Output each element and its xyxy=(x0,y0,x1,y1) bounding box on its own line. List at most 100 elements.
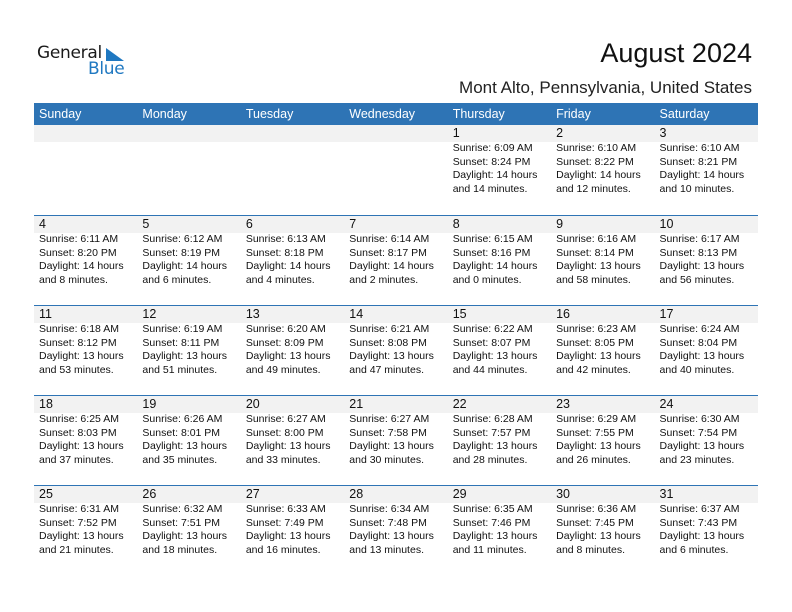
sunrise-text: Sunrise: 6:27 AM xyxy=(349,413,430,425)
sunrise-text: Sunrise: 6:20 AM xyxy=(245,323,326,335)
daylight-minutes-text: and 40 minutes. xyxy=(659,363,735,376)
daylight-hours-text: Daylight: 13 hours xyxy=(556,350,641,362)
sunset-text: Sunset: 8:00 PM xyxy=(245,426,324,439)
day-cell: 13 Sunrise: 6:20 AM Sunset: 8:09 PM Dayligh… xyxy=(241,306,344,395)
sunrise-text: Sunrise: 6:09 AM xyxy=(452,142,533,154)
daylight-minutes-text: and 11 minutes. xyxy=(452,543,527,556)
day-number: 31 xyxy=(659,487,674,501)
sunrise-text: Sunrise: 6:33 AM xyxy=(245,503,326,515)
day-number: 12 xyxy=(142,307,157,321)
daylight-minutes-text: and 58 minutes. xyxy=(556,273,631,286)
daylight-minutes-text: and 35 minutes. xyxy=(142,453,218,466)
daylight-hours-text: Daylight: 13 hours xyxy=(556,530,641,542)
day-number: 1 xyxy=(452,126,460,140)
sunset-text: Sunset: 7:55 PM xyxy=(556,426,634,439)
week-row: 25 Sunrise: 6:31 AM Sunset: 7:52 PM Dayligh… xyxy=(34,485,758,575)
day-cell: 23 Sunrise: 6:29 AM Sunset: 7:55 PM Dayligh… xyxy=(551,396,654,485)
day-number: 11 xyxy=(39,307,52,321)
daylight-minutes-text: and 44 minutes. xyxy=(452,363,528,376)
daylight-hours-text: Daylight: 14 hours xyxy=(39,260,124,272)
day-cell: 7 Sunrise: 6:14 AM Sunset: 8:17 PM Daylight… xyxy=(344,216,447,305)
sunset-text: Sunset: 8:13 PM xyxy=(659,246,738,259)
day-cell: 3 Sunrise: 6:10 AM Sunset: 8:21 PM Daylight… xyxy=(655,125,758,215)
day-number: 18 xyxy=(39,397,53,411)
daylight-minutes-text: and 13 minutes. xyxy=(349,543,424,556)
sunset-text: Sunset: 8:17 PM xyxy=(349,246,427,259)
day-number: 30 xyxy=(556,487,571,501)
weekday-tuesday: Tuesday xyxy=(245,107,294,121)
sunset-text: Sunset: 8:04 PM xyxy=(659,336,738,349)
daylight-minutes-text: and 28 minutes. xyxy=(452,453,528,466)
daylight-minutes-text: and 2 minutes. xyxy=(349,273,419,286)
sunset-text: Sunset: 8:20 PM xyxy=(39,246,117,259)
day-number: 9 xyxy=(556,217,564,231)
day-cell: 4 Sunrise: 6:11 AM Sunset: 8:20 PM Daylight… xyxy=(34,216,137,305)
sunset-text: Sunset: 8:01 PM xyxy=(142,426,221,439)
daylight-hours-text: Daylight: 14 hours xyxy=(659,169,745,181)
sunset-text: Sunset: 7:52 PM xyxy=(39,516,117,529)
sunset-text: Sunset: 7:58 PM xyxy=(349,426,427,439)
daylight-hours-text: Daylight: 13 hours xyxy=(39,530,124,542)
day-cell: 18 Sunrise: 6:25 AM Sunset: 8:03 PM Dayligh… xyxy=(34,396,137,485)
sunset-text: Sunset: 8:19 PM xyxy=(142,246,221,259)
daylight-hours-text: Daylight: 13 hours xyxy=(349,530,434,542)
day-cell: 22 Sunrise: 6:28 AM Sunset: 7:57 PM Dayligh… xyxy=(448,396,551,485)
sunrise-text: Sunrise: 6:37 AM xyxy=(659,503,740,515)
day-cell: 26 Sunrise: 6:32 AM Sunset: 7:51 PM Dayligh… xyxy=(137,486,240,575)
daylight-hours-text: Daylight: 13 hours xyxy=(452,530,538,542)
weekday-saturday: Saturday xyxy=(659,107,710,121)
day-number: 16 xyxy=(556,307,571,321)
sunset-text: Sunset: 8:22 PM xyxy=(556,155,634,168)
sunrise-text: Sunrise: 6:21 AM xyxy=(349,323,430,335)
sunrise-text: Sunrise: 6:26 AM xyxy=(142,413,223,425)
daylight-minutes-text: and 12 minutes. xyxy=(556,182,631,195)
day-cell: 24 Sunrise: 6:30 AM Sunset: 7:54 PM Dayligh… xyxy=(655,396,758,485)
daylight-minutes-text: and 16 minutes. xyxy=(245,543,321,556)
daylight-minutes-text: and 51 minutes. xyxy=(142,363,218,376)
daylight-hours-text: Daylight: 13 hours xyxy=(245,530,331,542)
day-cell: 6 Sunrise: 6:13 AM Sunset: 8:18 PM Daylight… xyxy=(241,216,344,305)
day-number: 25 xyxy=(39,487,53,501)
day-number: 5 xyxy=(142,217,150,231)
daylight-hours-text: Daylight: 14 hours xyxy=(349,260,434,272)
day-number: 17 xyxy=(659,307,674,321)
sunset-text: Sunset: 7:48 PM xyxy=(349,516,427,529)
daylight-hours-text: Daylight: 13 hours xyxy=(142,530,228,542)
day-cell: 5 Sunrise: 6:12 AM Sunset: 8:19 PM Daylight… xyxy=(137,216,240,305)
day-number: 4 xyxy=(39,217,46,231)
sunrise-text: Sunrise: 6:12 AM xyxy=(142,233,223,245)
daylight-hours-text: Daylight: 13 hours xyxy=(556,260,641,272)
sunset-text: Sunset: 8:08 PM xyxy=(349,336,427,349)
day-number: 21 xyxy=(349,397,364,411)
sunset-text: Sunset: 7:57 PM xyxy=(452,426,531,439)
day-number: 29 xyxy=(452,487,467,501)
day-number: 6 xyxy=(245,217,253,231)
day-cell: 28 Sunrise: 6:34 AM Sunset: 7:48 PM Dayligh… xyxy=(344,486,447,575)
empty-day-cell xyxy=(137,125,240,215)
day-number: 10 xyxy=(659,217,674,231)
sunrise-text: Sunrise: 6:10 AM xyxy=(659,142,740,154)
sunset-text: Sunset: 8:12 PM xyxy=(39,336,117,349)
sunrise-text: Sunrise: 6:34 AM xyxy=(349,503,430,515)
day-number: 22 xyxy=(452,397,467,411)
daylight-hours-text: Daylight: 13 hours xyxy=(659,530,745,542)
daylight-hours-text: Daylight: 14 hours xyxy=(452,169,538,181)
sunrise-text: Sunrise: 6:17 AM xyxy=(659,233,740,245)
daylight-hours-text: Daylight: 14 hours xyxy=(556,169,641,181)
sunset-text: Sunset: 8:14 PM xyxy=(556,246,634,259)
daylight-hours-text: Daylight: 14 hours xyxy=(245,260,331,272)
weekday-sunday: Sunday xyxy=(39,107,82,121)
day-number: 3 xyxy=(659,126,667,140)
day-cell: 9 Sunrise: 6:16 AM Sunset: 8:14 PM Daylight… xyxy=(551,216,654,305)
sunset-text: Sunset: 8:09 PM xyxy=(245,336,324,349)
day-cell: 19 Sunrise: 6:26 AM Sunset: 8:01 PM Dayligh… xyxy=(137,396,240,485)
logo-word-blue: Blue xyxy=(88,59,125,79)
day-cell: 11 Sunrise: 6:18 AM Sunset: 8:12 PM Dayligh… xyxy=(34,306,137,395)
location-subtitle: Mont Alto, Pennsylvania, United States xyxy=(459,78,752,97)
week-row: 1 Sunrise: 6:09 AM Sunset: 8:24 PM Daylight… xyxy=(34,125,758,215)
day-cell: 15 Sunrise: 6:22 AM Sunset: 8:07 PM Dayligh… xyxy=(448,306,551,395)
daylight-hours-text: Daylight: 13 hours xyxy=(142,440,228,452)
daylight-minutes-text: and 23 minutes. xyxy=(659,453,735,466)
week-row: 18 Sunrise: 6:25 AM Sunset: 8:03 PM Dayligh… xyxy=(34,395,758,485)
sunrise-text: Sunrise: 6:11 AM xyxy=(39,233,119,245)
